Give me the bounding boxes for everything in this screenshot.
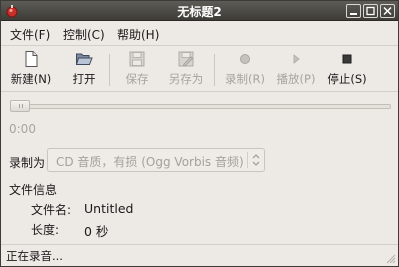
open-folder-icon xyxy=(75,53,93,65)
save-as-button-label: 另存为 xyxy=(168,72,204,86)
minimize-button[interactable] xyxy=(346,4,361,18)
new-button-label: 新建(N) xyxy=(10,72,52,86)
stop-button-label: 停止(S) xyxy=(327,72,367,86)
status-bar: 正在录音... xyxy=(1,244,398,266)
toolbar-separator xyxy=(214,54,215,86)
record-button-label: 录制(R) xyxy=(225,72,265,86)
record-format-combobox[interactable]: CD 音质，有损 (Ogg Vorbis 音频) xyxy=(47,148,265,172)
maximize-button[interactable] xyxy=(363,4,378,18)
title-bar[interactable]: 无标题2 xyxy=(1,1,398,21)
menu-file[interactable]: 文件(F) xyxy=(10,26,50,43)
save-icon xyxy=(129,51,145,67)
menu-help[interactable]: 帮助(H) xyxy=(117,26,159,43)
minimize-icon xyxy=(350,13,357,15)
combo-separator xyxy=(247,152,248,168)
position-slider[interactable] xyxy=(10,104,391,109)
open-button-label: 打开 xyxy=(72,72,96,86)
play-button-label: 播放(P) xyxy=(276,72,316,86)
file-name-value: Untitled xyxy=(84,201,134,216)
maximize-icon xyxy=(366,6,375,16)
new-document-icon xyxy=(25,51,38,67)
spin-arrows-icon xyxy=(252,154,260,166)
record-format-value: CD 音质，有损 (Ogg Vorbis 音频) xyxy=(56,155,244,169)
play-button[interactable]: 播放(P) xyxy=(270,50,322,90)
file-info-header: 文件信息 xyxy=(9,183,58,197)
play-icon xyxy=(293,54,300,64)
resize-grip-icon[interactable] xyxy=(384,252,396,264)
save-as-button[interactable]: 另存为 xyxy=(160,50,212,90)
record-icon xyxy=(240,54,250,64)
new-button[interactable]: 新建(N) xyxy=(5,50,57,90)
save-button-label: 保存 xyxy=(125,72,149,86)
save-button[interactable]: 保存 xyxy=(111,50,163,90)
file-name-label: 文件名: xyxy=(31,203,72,217)
close-button[interactable] xyxy=(380,4,395,18)
position-slider-handle[interactable] xyxy=(10,100,30,112)
record-as-label: 录制为 xyxy=(9,156,46,170)
close-icon xyxy=(383,6,392,16)
open-button[interactable]: 打开 xyxy=(58,50,110,90)
stop-icon xyxy=(342,54,352,64)
status-text: 正在录音... xyxy=(6,249,63,263)
toolbar-separator xyxy=(109,54,110,86)
toolbar: 新建(N) 打开 保存 另存为 录制(R) 播放(P) 停止(S) xyxy=(1,45,398,92)
save-as-icon xyxy=(178,51,194,67)
length-value: 0 秒 xyxy=(84,224,109,239)
length-label: 长度: xyxy=(31,223,60,237)
stop-button[interactable]: 停止(S) xyxy=(321,50,373,90)
window-title: 无标题2 xyxy=(177,5,222,19)
menu-bar: 文件(F) 控制(C) 帮助(H) xyxy=(1,22,398,44)
time-display: 0:00 xyxy=(9,122,36,136)
record-button[interactable]: 录制(R) xyxy=(219,50,271,90)
sound-recorder-window: 无标题2 文件(F) 控制(C) 帮助(H) 新建(N) 打开 保存 另存为 录… xyxy=(0,0,399,267)
menu-control[interactable]: 控制(C) xyxy=(63,26,105,43)
